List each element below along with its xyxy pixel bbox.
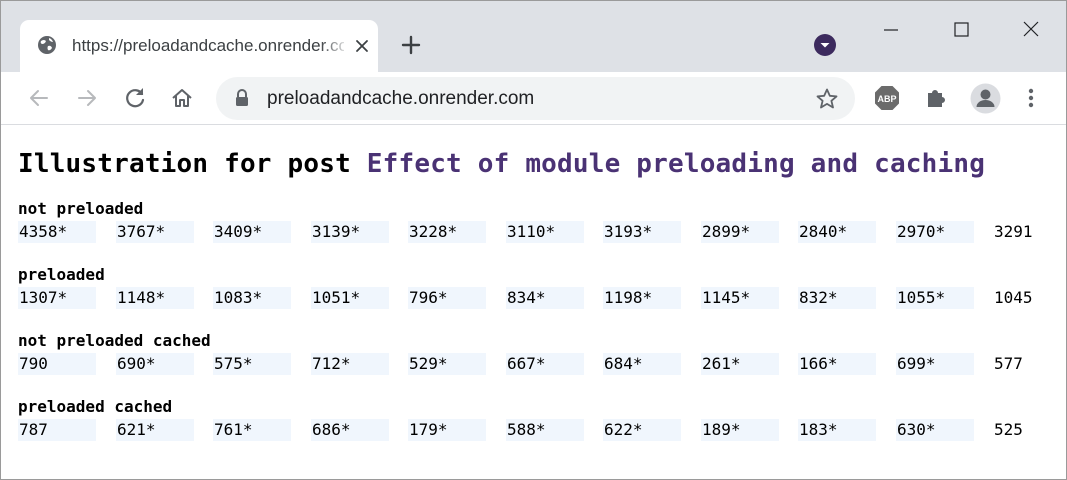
close-icon[interactable] bbox=[353, 37, 371, 55]
timing-cell: 1145* bbox=[701, 287, 779, 309]
arrow-left-icon[interactable] bbox=[25, 84, 53, 112]
timing-cell: 529* bbox=[408, 353, 486, 375]
reload-icon[interactable] bbox=[121, 84, 149, 112]
section-label: preloaded bbox=[18, 265, 105, 284]
timing-cell: 684* bbox=[603, 353, 681, 375]
timing-cell: 1307* bbox=[18, 287, 96, 309]
result-section: preloaded 1307* 1148* 1083* 1051* 796* 834* 119… bbox=[18, 265, 1058, 311]
tab-title-fade bbox=[320, 34, 350, 58]
timing-cell: 3110* bbox=[506, 221, 584, 243]
timing-cell: 790 bbox=[18, 353, 96, 375]
globe-icon bbox=[37, 35, 57, 55]
timing-cell: 3139* bbox=[311, 221, 389, 243]
result-section: preloaded cached 787 621* 761* 686* 179* 588* 6… bbox=[18, 397, 1058, 443]
timing-row: 787 621* 761* 686* 179* 588* 622* 189* 183* 630* 5… bbox=[18, 419, 1058, 441]
timing-cell: 1198* bbox=[603, 287, 681, 309]
maximize-icon[interactable] bbox=[944, 15, 978, 45]
timing-cell: 3767* bbox=[116, 221, 194, 243]
timing-cell: 712* bbox=[311, 353, 389, 375]
url-text[interactable]: preloadandcache.onrender.com bbox=[267, 87, 534, 111]
timing-cell: 1045 bbox=[994, 288, 1033, 307]
plus-icon[interactable] bbox=[397, 31, 425, 59]
timing-cell: 621* bbox=[116, 419, 194, 441]
star-icon[interactable] bbox=[814, 86, 840, 112]
timing-cell: 189* bbox=[701, 419, 779, 441]
timing-cell: 3193* bbox=[603, 221, 681, 243]
minimize-icon[interactable] bbox=[874, 15, 908, 45]
address-bar[interactable]: preloadandcache.onrender.com bbox=[216, 77, 855, 120]
result-section: not preloaded cached 790 690* 575* 712* 529* 6… bbox=[18, 331, 1058, 377]
section-label: preloaded cached bbox=[18, 397, 173, 416]
timing-cell: 1083* bbox=[213, 287, 291, 309]
timing-cell: 630* bbox=[896, 419, 974, 441]
timing-cell: 3291 bbox=[994, 222, 1033, 241]
timing-cell: 690* bbox=[116, 353, 194, 375]
kebab-menu-icon[interactable] bbox=[1017, 84, 1045, 112]
timing-cell: 1051* bbox=[311, 287, 389, 309]
timing-cell: 3409* bbox=[213, 221, 291, 243]
timing-cell: 525 bbox=[994, 420, 1023, 439]
window-close-icon[interactable] bbox=[1014, 15, 1048, 45]
tab-title: https://preloadandcache.onrender.com bbox=[72, 36, 344, 55]
timing-row: 4358* 3767* 3409* 3139* 3228* 3110* 3193* 2899*… bbox=[18, 221, 1058, 243]
home-icon[interactable] bbox=[168, 84, 196, 112]
active-tab[interactable]: https://preloadandcache.onrender.com bbox=[20, 20, 378, 72]
timing-cell: 575* bbox=[213, 353, 291, 375]
timing-cell: 699* bbox=[896, 353, 974, 375]
browser-window: https://preloadandcache.onrender.com pre… bbox=[0, 0, 1067, 480]
timing-cell: 686* bbox=[311, 419, 389, 441]
timing-cell: 3228* bbox=[408, 221, 486, 243]
timing-cell: 832* bbox=[798, 287, 876, 309]
result-section: not preloaded 4358* 3767* 3409* 3139* 3228* 31… bbox=[18, 199, 1058, 245]
timing-cell: 179* bbox=[408, 419, 486, 441]
puzzle-icon[interactable] bbox=[922, 84, 950, 112]
timing-cell: 2899* bbox=[701, 221, 779, 243]
page-title: Illustration for post Effect of module p… bbox=[18, 149, 985, 179]
timing-cell: 796* bbox=[408, 287, 486, 309]
timing-row: 1307* 1148* 1083* 1051* 796* 834* 1198* 1145* 83… bbox=[18, 287, 1058, 309]
page-title-prefix: Illustration for post bbox=[18, 149, 367, 179]
timing-cell: 834* bbox=[506, 287, 584, 309]
adblock-badge-text: ABP bbox=[877, 94, 896, 104]
timing-cell: 1148* bbox=[116, 287, 194, 309]
tab-search-icon[interactable] bbox=[813, 33, 837, 57]
adblock-icon[interactable]: ABP bbox=[873, 84, 901, 112]
timing-cell: 4358* bbox=[18, 221, 96, 243]
timing-cell: 1055* bbox=[896, 287, 974, 309]
post-link[interactable]: Effect of module preloading and caching bbox=[367, 149, 985, 179]
arrow-right-icon[interactable] bbox=[73, 84, 101, 112]
section-label: not preloaded bbox=[18, 199, 144, 218]
lock-icon[interactable] bbox=[233, 88, 251, 108]
timing-cell: 261* bbox=[701, 353, 779, 375]
timing-row: 790 690* 575* 712* 529* 667* 684* 261* 166* 699* 5… bbox=[18, 353, 1058, 375]
browser-toolbar: preloadandcache.onrender.com ABP bbox=[1, 72, 1066, 125]
timing-cell: 2840* bbox=[798, 221, 876, 243]
timing-cell: 2970* bbox=[896, 221, 974, 243]
timing-cell: 166* bbox=[798, 353, 876, 375]
timing-cell: 577 bbox=[994, 354, 1023, 373]
timing-cell: 588* bbox=[506, 419, 584, 441]
timing-cell: 667* bbox=[506, 353, 584, 375]
timing-cell: 622* bbox=[603, 419, 681, 441]
section-label: not preloaded cached bbox=[18, 331, 211, 350]
timing-cell: 183* bbox=[798, 419, 876, 441]
page-content: Illustration for post Effect of module p… bbox=[1, 126, 1066, 479]
tab-strip: https://preloadandcache.onrender.com bbox=[1, 1, 1066, 72]
avatar-icon[interactable] bbox=[970, 83, 1001, 114]
timing-cell: 787 bbox=[18, 419, 96, 441]
timing-cell: 761* bbox=[213, 419, 291, 441]
